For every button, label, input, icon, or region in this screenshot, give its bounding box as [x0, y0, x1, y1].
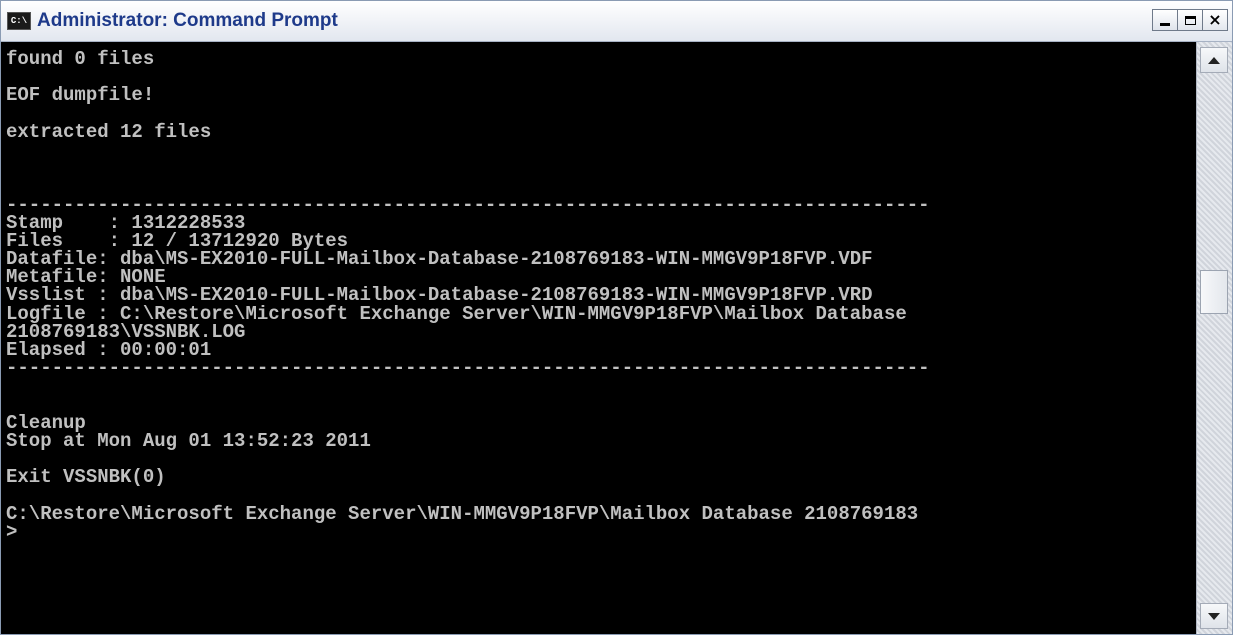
- scroll-down-button[interactable]: [1200, 603, 1228, 629]
- console-line: Stop at Mon Aug 01 13:52:23 2011: [6, 429, 371, 452]
- console-line: Exit VSSNBK(0): [6, 466, 166, 489]
- window-controls: ×: [1152, 9, 1228, 31]
- scroll-down-arrow-icon: [1208, 612, 1220, 620]
- close-button[interactable]: ×: [1202, 9, 1228, 31]
- console-line: ----------------------------------------…: [6, 193, 930, 216]
- console-line: extracted 12 files: [6, 120, 212, 143]
- vertical-scrollbar[interactable]: [1196, 42, 1232, 634]
- minimize-button[interactable]: [1152, 9, 1178, 31]
- console-line: EOF dumpfile!: [6, 84, 155, 107]
- command-prompt-window: C:\ Administrator: Command Prompt × foun…: [0, 0, 1233, 635]
- console-line: Datafile: dba\MS-EX2010-FULL-Mailbox-Dat…: [6, 248, 873, 271]
- console-line: C:\Restore\Microsoft Exchange Server\WIN…: [6, 502, 919, 525]
- console-line: Vsslist : dba\MS-EX2010-FULL-Mailbox-Dat…: [6, 284, 873, 307]
- title-bar[interactable]: C:\ Administrator: Command Prompt ×: [1, 1, 1232, 42]
- minimize-icon: [1160, 22, 1170, 26]
- window-title: Administrator: Command Prompt: [37, 10, 338, 31]
- maximize-icon: [1184, 15, 1196, 25]
- console-text: found 0 files EOF dumpfile! extracted 12 f…: [1, 42, 1196, 541]
- console-output[interactable]: found 0 files EOF dumpfile! extracted 12 f…: [1, 42, 1196, 634]
- scroll-up-button[interactable]: [1200, 47, 1228, 73]
- scroll-up-arrow-icon: [1208, 56, 1220, 64]
- maximize-button[interactable]: [1177, 9, 1203, 31]
- console-line: ----------------------------------------…: [6, 357, 930, 380]
- command-prompt-icon[interactable]: C:\: [7, 12, 31, 30]
- console-line: found 0 files: [6, 48, 155, 70]
- close-icon: ×: [1208, 10, 1222, 29]
- console-line: >: [6, 520, 18, 543]
- scrollbar-thumb[interactable]: [1200, 270, 1228, 314]
